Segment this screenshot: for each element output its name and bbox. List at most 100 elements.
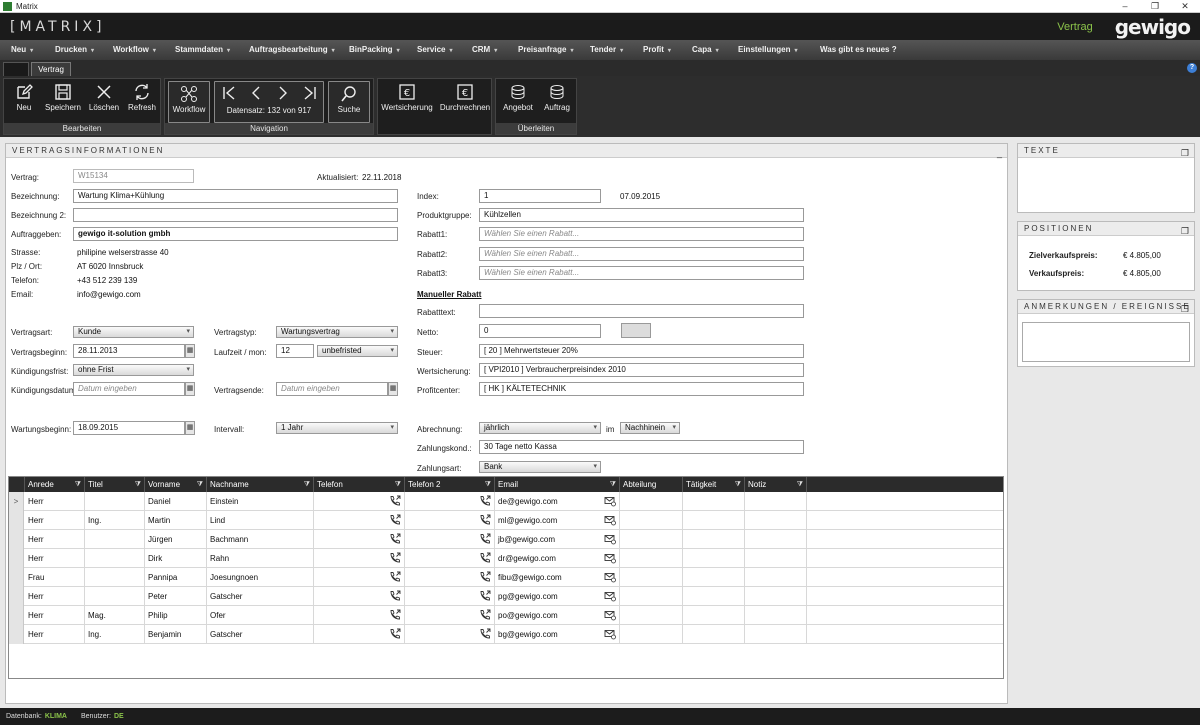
filter-icon[interactable]: ⧩ [197,477,203,492]
mail-icon[interactable] [604,590,616,602]
call-icon[interactable] [389,628,401,640]
cell-anrede[interactable]: Herr [25,625,85,644]
vertragstyp-select[interactable]: Wartungsvertrag [276,326,398,338]
cell-notiz[interactable] [745,606,807,625]
cell-vorname[interactable]: Dirk [145,549,207,568]
row-selector[interactable] [9,606,24,625]
call-icon[interactable] [479,609,491,621]
cell-anrede[interactable]: Herr [25,587,85,606]
cell-nachname[interactable]: Gatscher [207,625,314,644]
workflow-button[interactable]: Workflow [168,81,210,123]
filter-icon[interactable]: ⧩ [304,477,310,492]
cell-email[interactable]: po@gewigo.com [495,606,620,625]
cell-anrede[interactable]: Herr [25,530,85,549]
restore-button[interactable]: ❐ [1140,1,1170,12]
cell-nachname[interactable]: Bachmann [207,530,314,549]
table-row[interactable]: Frau Pannipa Joesungnoen fibu@gewigo.com [9,568,1003,587]
tab-home[interactable] [3,62,29,76]
kuendigungsdatum-field[interactable]: Datum eingeben [73,382,185,396]
column-notiz[interactable]: Notiz ⧩ [745,477,807,492]
calendar-icon[interactable]: ▦ [388,382,398,396]
tab-vertrag[interactable]: Vertrag [31,62,71,76]
cell-vorname[interactable]: Martin [145,511,207,530]
produktgruppe-field[interactable]: Kühlzellen [479,208,804,222]
cell-titel[interactable]: Ing. [85,511,145,530]
table-row[interactable]: > Herr Daniel Einstein de@gewigo.com [9,492,1003,511]
cell-notiz[interactable] [745,587,807,606]
vertragsart-select[interactable]: Kunde [73,326,194,338]
steuer-field[interactable]: [ 20 ] Mehrwertsteuer 20% [479,344,804,358]
cell-titel[interactable] [85,549,145,568]
cell-abteilung[interactable] [620,625,683,644]
column-titel[interactable]: Titel ⧩ [85,477,145,492]
zahlungsart-select[interactable]: Bank [479,461,601,473]
cell-nachname[interactable]: Einstein [207,492,314,511]
cell-notiz[interactable] [745,568,807,587]
profitcenter-field[interactable]: [ HK ] KÄLTETECHNIK [479,382,804,396]
netto-field[interactable]: 0 [479,324,601,338]
cell-email[interactable]: jb@gewigo.com [495,530,620,549]
cell-taetigkeit[interactable] [683,492,745,511]
filter-icon[interactable]: ⧩ [135,477,141,492]
filter-icon[interactable]: ⧩ [610,477,616,492]
menu-auftragsbearbeitung[interactable]: Auftragsbearbeitung ▾ [249,45,335,54]
table-row[interactable]: Herr Ing. Benjamin Gatscher bg@gewigo.com [9,625,1003,644]
cell-anrede[interactable]: Herr [25,492,85,511]
call-icon[interactable] [389,590,401,602]
cell-titel[interactable]: Mag. [85,606,145,625]
menu-profit[interactable]: Profit ▾ [643,45,671,54]
rabatttext-field[interactable] [479,304,804,318]
table-row[interactable]: Herr Ing. Martin Lind ml@gewigo.com [9,511,1003,530]
cell-abteilung[interactable] [620,549,683,568]
wertsicherung-button[interactable]: € Wertsicherung [380,83,434,112]
menu-binpacking[interactable]: BinPacking ▾ [349,45,400,54]
column-telefon2[interactable]: Telefon 2 ⧩ [405,477,495,492]
cell-titel[interactable]: Ing. [85,625,145,644]
mail-icon[interactable] [604,514,616,526]
row-selector[interactable] [9,549,24,568]
column-nachname[interactable]: Nachname ⧩ [207,477,314,492]
call-icon[interactable] [389,533,401,545]
cell-nachname[interactable]: Ofer [207,606,314,625]
call-icon[interactable] [479,590,491,602]
wartungsbeginn-field[interactable]: 18.09.2015 [73,421,185,435]
cell-abteilung[interactable] [620,492,683,511]
cell-vorname[interactable]: Pannipa [145,568,207,587]
cell-email[interactable]: pg@gewigo.com [495,587,620,606]
cell-email[interactable]: ml@gewigo.com [495,511,620,530]
cell-taetigkeit[interactable] [683,511,745,530]
cell-abteilung[interactable] [620,587,683,606]
rabatt2-field[interactable]: Wählen Sie einen Rabatt... [479,247,804,261]
laufzeit-select[interactable]: unbefristed [317,345,398,357]
filter-icon[interactable]: ⧩ [735,477,741,492]
call-icon[interactable] [479,533,491,545]
cell-vorname[interactable]: Philip [145,606,207,625]
cell-notiz[interactable] [745,511,807,530]
vertragsende-field[interactable]: Datum eingeben [276,382,388,396]
loeschen-button[interactable]: Löschen [88,83,120,112]
mail-icon[interactable] [604,628,616,640]
vertragsbeginn-field[interactable]: 28.11.2013 [73,344,185,358]
mail-icon[interactable] [604,552,616,564]
speichern-button[interactable]: Speichern [44,83,82,112]
suche-button[interactable]: Suche [328,81,370,123]
filter-icon[interactable]: ⧩ [75,477,81,492]
cell-notiz[interactable] [745,625,807,644]
table-row[interactable]: Herr Mag. Philip Ofer po@gewigo.com [9,606,1003,625]
table-row[interactable]: Herr Jürgen Bachmann jb@gewigo.com [9,530,1003,549]
cell-nachname[interactable]: Lind [207,511,314,530]
cell-email[interactable]: de@gewigo.com [495,492,620,511]
cell-abteilung[interactable] [620,568,683,587]
angebot-button[interactable]: Angebot [499,83,537,112]
cell-vorname[interactable]: Benjamin [145,625,207,644]
cell-taetigkeit[interactable] [683,549,745,568]
call-icon[interactable] [479,552,491,564]
abrechnung-select[interactable]: jährlich [479,422,601,434]
auftraggeber-field[interactable]: gewigo it-solution gmbh [73,227,398,241]
menu-tender[interactable]: Tender ▾ [590,45,623,54]
wertsicherung-field[interactable]: [ VPI2010 ] Verbraucherpreisindex 2010 [479,363,804,377]
row-selector[interactable] [9,530,24,549]
filter-icon[interactable]: ⧩ [797,477,803,492]
cell-abteilung[interactable] [620,606,683,625]
column-taetigkeit[interactable]: Tätigkeit ⧩ [683,477,745,492]
